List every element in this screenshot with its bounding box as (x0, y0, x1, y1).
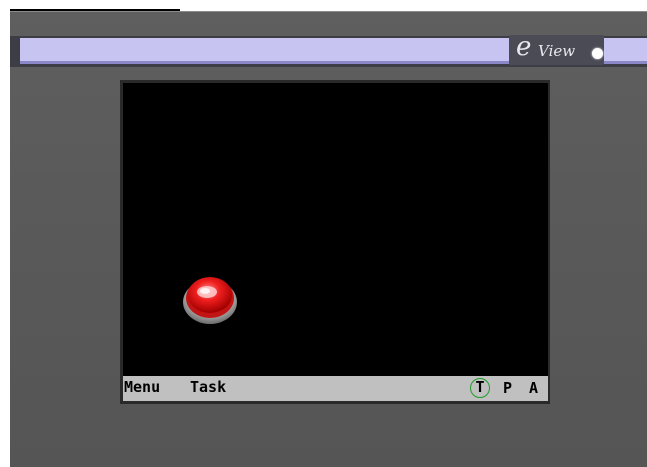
brand-logo-word: View (538, 42, 576, 60)
red-push-button[interactable] (181, 270, 239, 326)
taskbar-t-button[interactable]: T (470, 378, 490, 398)
hmi-taskbar: Menu Task T P A (123, 376, 548, 401)
red-round-button-icon (183, 277, 237, 324)
taskbar-p-button[interactable]: P (503, 379, 512, 397)
power-led-icon (592, 48, 603, 59)
taskbar-task-button[interactable]: Task (190, 378, 226, 396)
taskbar-menu-button[interactable]: Menu (124, 378, 160, 396)
hmi-screen (123, 83, 548, 376)
brand-logo-letter: e (516, 32, 532, 62)
taskbar-a-button[interactable]: A (529, 379, 538, 397)
